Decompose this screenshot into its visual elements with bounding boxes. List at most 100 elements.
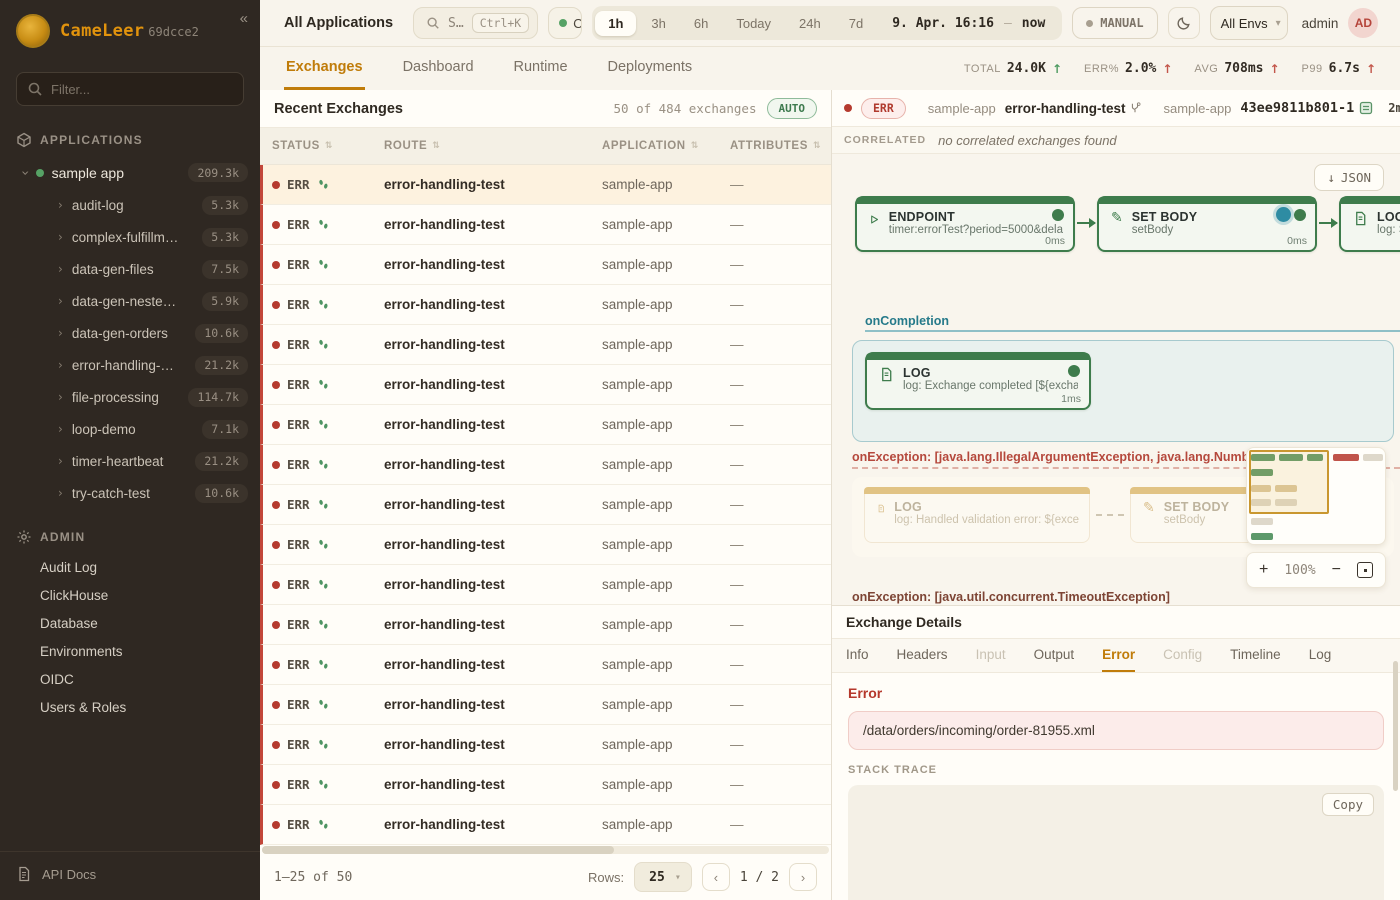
admin-nav-item[interactable]: Environments — [0, 637, 260, 665]
admin-nav-item[interactable]: Database — [0, 609, 260, 637]
chevron-right-icon: › — [58, 326, 63, 340]
admin-nav-item[interactable]: Users & Roles — [0, 693, 260, 721]
table-row[interactable]: ERR error-handling-test sample-app — 5EF… — [260, 805, 831, 845]
time-range-button[interactable]: 3h — [638, 11, 678, 36]
flow-node-set-body[interactable]: ✎ SET BODY setBody 0ms — [1097, 196, 1317, 252]
detail-route-name[interactable]: error-handling-test — [1005, 101, 1142, 116]
details-tab[interactable]: Headers — [897, 639, 948, 672]
main-tab[interactable]: Runtime — [512, 47, 570, 90]
detail-app-name: sample-app — [928, 101, 996, 116]
admin-nav-item[interactable]: OIDC — [0, 665, 260, 693]
stack-trace-box[interactable]: Copy java.io.FileNotFoundException: /dat… — [848, 785, 1384, 900]
details-tab[interactable]: Output — [1034, 639, 1075, 672]
flow-node-endpoint[interactable]: ENDPOINT timer:errorTest?period=5000&del… — [855, 196, 1075, 252]
detail-exchange-id[interactable]: 43ee9811b801-1 — [1240, 100, 1373, 116]
global-search-input[interactable]: S… Ctrl+K — [413, 7, 538, 39]
sidebar-item-sample-app[interactable]: › sample app 209.3k — [0, 156, 260, 189]
table-row[interactable]: ERR error-handling-test sample-app — 5EF… — [260, 765, 831, 805]
avatar[interactable]: AD — [1348, 8, 1378, 38]
download-json-button[interactable]: ↓ JSON — [1314, 164, 1384, 191]
table-row[interactable]: ERR error-handling-test sample-app — A15… — [260, 725, 831, 765]
node-title: LOG — [903, 366, 1078, 380]
time-range-button[interactable]: 7d — [836, 11, 876, 36]
sidebar-route-item[interactable]: › complex-fulfillm… 5.3k — [0, 221, 260, 253]
sidebar-route-item[interactable]: › data-gen-neste… 5.9k — [0, 285, 260, 317]
table-row[interactable]: ERR error-handling-test sample-app — 96E… — [260, 525, 831, 565]
table-row[interactable]: ERR error-handling-test sample-app — 5EF… — [260, 565, 831, 605]
gear-icon — [16, 529, 32, 545]
main-tab[interactable]: Dashboard — [401, 47, 476, 90]
sidebar-route-item[interactable]: › file-processing 114.7k — [0, 381, 260, 413]
column-application[interactable]: APPLICATION⇅ — [602, 140, 730, 152]
flow-node-exc-log[interactable]: LOG log: Handled validation error: ${exc… — [864, 487, 1090, 543]
table-row[interactable]: ERR error-handling-test sample-app — 96E… — [260, 645, 831, 685]
time-range-button[interactable]: 1h — [595, 11, 636, 36]
date-range-display[interactable]: 9. Apr. 16:16 – now — [878, 16, 1059, 31]
time-range-button[interactable]: 24h — [786, 11, 834, 36]
environment-select[interactable]: All Envs ▾ — [1210, 6, 1288, 40]
chevron-right-icon: › — [58, 390, 63, 404]
table-row[interactable]: ERR error-handling-test sample-app — 96E… — [260, 285, 831, 325]
zoom-out-button[interactable]: − — [1332, 562, 1341, 578]
sidebar-route-item[interactable]: › data-gen-orders 10.6k — [0, 317, 260, 349]
next-page-button[interactable]: › — [789, 863, 817, 891]
scrollbar-thumb[interactable] — [262, 846, 614, 854]
table-row[interactable]: ERR error-handling-test sample-app — 96E… — [260, 405, 831, 445]
fit-view-button[interactable] — [1357, 562, 1373, 578]
column-attributes[interactable]: ATTRIBUTES⇅ — [730, 140, 844, 152]
flow-node-log[interactable]: LOG log: Sta — [1339, 196, 1400, 252]
admin-nav-item[interactable]: Audit Log — [0, 553, 260, 581]
sidebar-route-item[interactable]: › timer-heartbeat 21.2k — [0, 445, 260, 477]
admin-nav-item[interactable]: ClickHouse — [0, 581, 260, 609]
time-range-button[interactable]: 6h — [681, 11, 721, 36]
zoom-in-button[interactable]: + — [1259, 562, 1268, 578]
column-route[interactable]: ROUTE⇅ — [384, 140, 602, 152]
details-tab[interactable]: Input — [976, 639, 1006, 672]
table-row[interactable]: ERR error-handling-test sample-app — A15… — [260, 165, 831, 205]
details-tab[interactable]: Timeline — [1230, 639, 1281, 672]
sidebar-route-item[interactable]: › data-gen-files 7.5k — [0, 253, 260, 285]
live-status-pill[interactable]: O — [548, 7, 582, 39]
table-row[interactable]: ERR error-handling-test sample-app — A15… — [260, 485, 831, 525]
application-cell: sample-app — [602, 417, 730, 432]
node-breakpoint-dot — [1276, 207, 1291, 222]
table-row[interactable]: ERR error-handling-test sample-app — 5EF… — [260, 685, 831, 725]
sidebar-route-item[interactable]: › loop-demo 7.1k — [0, 413, 260, 445]
time-range-control: 1h 3h 6h Today 24h 7d 9. Apr. 16:16 – — [592, 6, 1062, 40]
manual-refresh-button[interactable]: MANUAL — [1072, 7, 1157, 39]
column-status[interactable]: STATUS⇅ — [272, 140, 384, 152]
details-tab[interactable]: Info — [846, 639, 869, 672]
time-range-button[interactable]: Today — [723, 11, 784, 36]
vertical-scrollbar-thumb[interactable] — [1393, 661, 1398, 791]
flow-node-oncompletion-log[interactable]: LOG log: Exchange completed [${exchan 1m… — [865, 352, 1091, 410]
rows-per-page-select[interactable]: 25 ▾ — [634, 862, 692, 892]
sidebar-collapse-icon[interactable]: « — [240, 10, 248, 27]
table-row[interactable]: ERR error-handling-test sample-app — 5EF… — [260, 205, 831, 245]
main-tab[interactable]: Deployments — [606, 47, 695, 90]
dark-mode-toggle[interactable] — [1168, 7, 1200, 39]
sidebar-route-item[interactable]: › audit-log 5.3k — [0, 189, 260, 221]
auto-refresh-badge[interactable]: AUTO — [767, 98, 818, 119]
api-docs-link[interactable]: API Docs — [0, 851, 260, 900]
details-tab[interactable]: Config — [1163, 639, 1202, 672]
sidebar-route-item[interactable]: › try-catch-test 10.6k — [0, 477, 260, 509]
table-row[interactable]: ERR error-handling-test sample-app — A15… — [260, 245, 831, 285]
prev-page-button[interactable]: ‹ — [702, 863, 730, 891]
chevron-right-icon: › — [58, 486, 63, 500]
table-row[interactable]: ERR error-handling-test sample-app — 5EF… — [260, 605, 831, 645]
details-tab[interactable]: Log — [1309, 639, 1332, 672]
oncompletion-group: LOG log: Exchange completed [${exchan 1m… — [852, 340, 1394, 442]
manual-dot-icon — [1086, 20, 1093, 27]
main-tab[interactable]: Exchanges — [284, 47, 365, 90]
table-row[interactable]: ERR error-handling-test sample-app — 96E… — [260, 365, 831, 405]
sidebar-filter-input[interactable]: Filter... — [16, 72, 244, 106]
table-row[interactable]: ERR error-handling-test sample-app — A15… — [260, 325, 831, 365]
search-placeholder: S… — [448, 16, 464, 31]
table-row[interactable]: ERR error-handling-test sample-app — 5EF… — [260, 445, 831, 485]
sidebar-route-item[interactable]: › error-handling-… 21.2k — [0, 349, 260, 381]
flow-minimap[interactable] — [1246, 447, 1386, 545]
details-tab[interactable]: Error — [1102, 639, 1135, 672]
minimap-viewport[interactable] — [1249, 450, 1329, 514]
copy-button[interactable]: Copy — [1322, 793, 1374, 816]
route-flow-canvas[interactable]: ↓ JSON ENDPOINT timer:errorTest?period=5… — [832, 154, 1400, 605]
